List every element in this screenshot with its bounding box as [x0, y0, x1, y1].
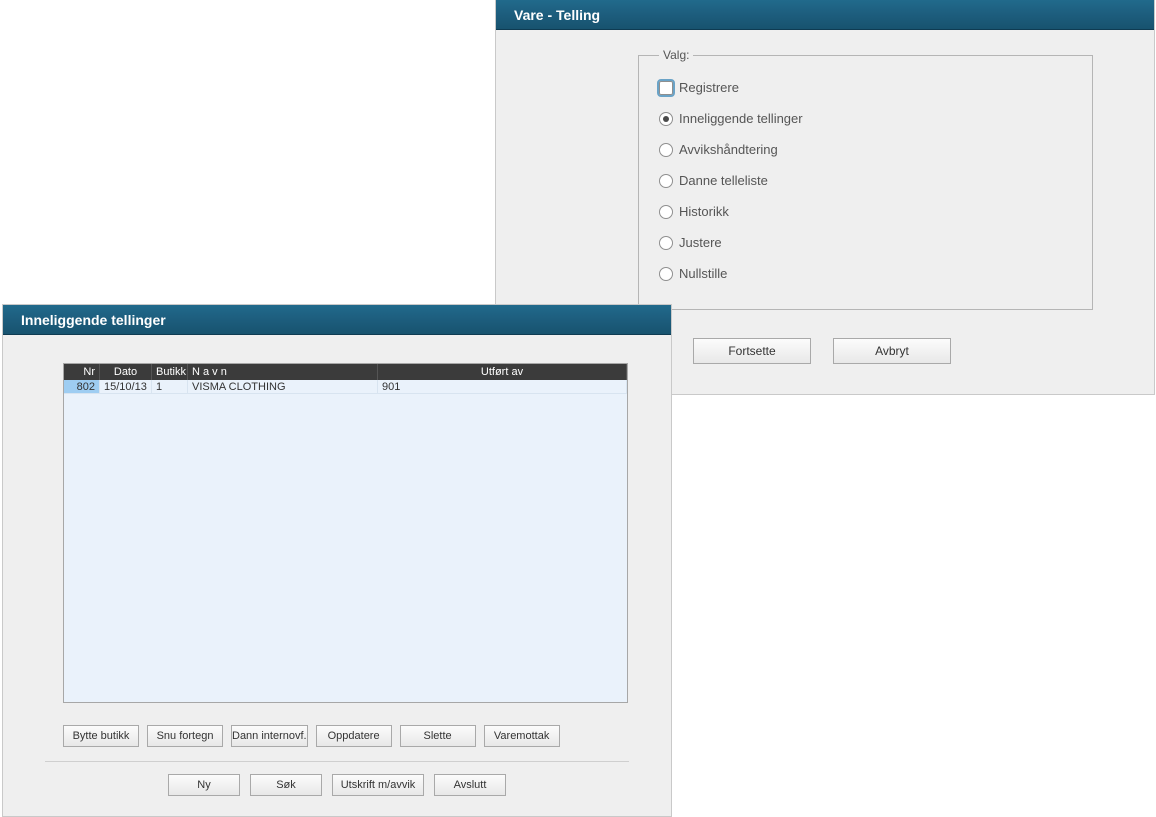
inneliggende-tellinger-window: Inneliggende tellinger Nr Dato Butikk N … [2, 304, 672, 817]
cell-navn: VISMA CLOTHING [188, 380, 378, 393]
grid-header-row: Nr Dato Butikk N a v n Utført av [64, 364, 627, 380]
radio-label: Justere [679, 235, 722, 250]
tellinger-grid[interactable]: Nr Dato Butikk N a v n Utført av 802 15/… [63, 363, 628, 703]
col-header-navn[interactable]: N a v n [188, 364, 378, 380]
radio-label: Registrere [679, 80, 739, 95]
inneliggende-tellinger-body: Nr Dato Butikk N a v n Utført av 802 15/… [3, 335, 671, 816]
radio-icon[interactable] [659, 236, 673, 250]
dann-internovf-button[interactable]: Dann internovf. [231, 725, 308, 747]
radio-justere[interactable]: Justere [659, 227, 1072, 258]
vare-telling-buttons: Fortsette Avbryt [693, 338, 1132, 364]
radio-inneliggende-tellinger[interactable]: Inneliggende tellinger [659, 103, 1072, 134]
vare-telling-title: Vare - Telling [514, 7, 600, 23]
avslutt-button[interactable]: Avslutt [434, 774, 506, 796]
radio-icon[interactable] [659, 205, 673, 219]
radio-icon[interactable] [659, 267, 673, 281]
radio-danne-telleliste[interactable]: Danne telleliste [659, 165, 1072, 196]
valg-legend: Valg: [659, 48, 693, 62]
sok-button[interactable]: Søk [250, 774, 322, 796]
toolbar-divider [45, 761, 629, 762]
inneliggende-tellinger-titlebar: Inneliggende tellinger [3, 305, 671, 335]
grid-toolbar: Bytte butikk Snu fortegn Dann internovf.… [63, 725, 629, 747]
radio-label: Nullstille [679, 266, 727, 281]
inneliggende-tellinger-title: Inneliggende tellinger [21, 312, 166, 328]
radio-label: Avvikshåndtering [679, 142, 778, 157]
cell-butikk: 1 [152, 380, 188, 393]
avbryt-button[interactable]: Avbryt [833, 338, 951, 364]
cell-dato: 15/10/13 [100, 380, 152, 393]
valg-fieldset: Valg: Registrere Inneliggende tellinger … [638, 48, 1093, 310]
bottom-toolbar: Ny Søk Utskrift m/avvik Avslutt [45, 774, 629, 796]
radio-icon[interactable] [659, 174, 673, 188]
oppdatere-button[interactable]: Oppdatere [316, 725, 392, 747]
radio-historikk[interactable]: Historikk [659, 196, 1072, 227]
col-header-dato[interactable]: Dato [100, 364, 152, 380]
col-header-utfort[interactable]: Utført av [378, 364, 627, 380]
col-header-butikk[interactable]: Butikk [152, 364, 188, 380]
cell-utfort: 901 [378, 380, 627, 393]
utskrift-mavvik-button[interactable]: Utskrift m/avvik [332, 774, 424, 796]
radio-icon[interactable] [659, 81, 673, 95]
radio-avvikshandtering[interactable]: Avvikshåndtering [659, 134, 1072, 165]
fortsette-button[interactable]: Fortsette [693, 338, 811, 364]
radio-registrere[interactable]: Registrere [659, 72, 1072, 103]
table-row[interactable]: 802 15/10/13 1 VISMA CLOTHING 901 [64, 380, 627, 394]
radio-label: Inneliggende tellinger [679, 111, 803, 126]
radio-icon[interactable] [659, 143, 673, 157]
bytte-butikk-button[interactable]: Bytte butikk [63, 725, 139, 747]
col-header-nr[interactable]: Nr [64, 364, 100, 380]
radio-icon[interactable] [659, 112, 673, 126]
radio-label: Danne telleliste [679, 173, 768, 188]
radio-label: Historikk [679, 204, 729, 219]
cell-nr[interactable]: 802 [64, 380, 100, 393]
varemottak-button[interactable]: Varemottak [484, 725, 560, 747]
radio-nullstille[interactable]: Nullstille [659, 258, 1072, 289]
snu-fortegn-button[interactable]: Snu fortegn [147, 725, 223, 747]
slette-button[interactable]: Slette [400, 725, 476, 747]
ny-button[interactable]: Ny [168, 774, 240, 796]
vare-telling-titlebar: Vare - Telling [496, 0, 1154, 30]
